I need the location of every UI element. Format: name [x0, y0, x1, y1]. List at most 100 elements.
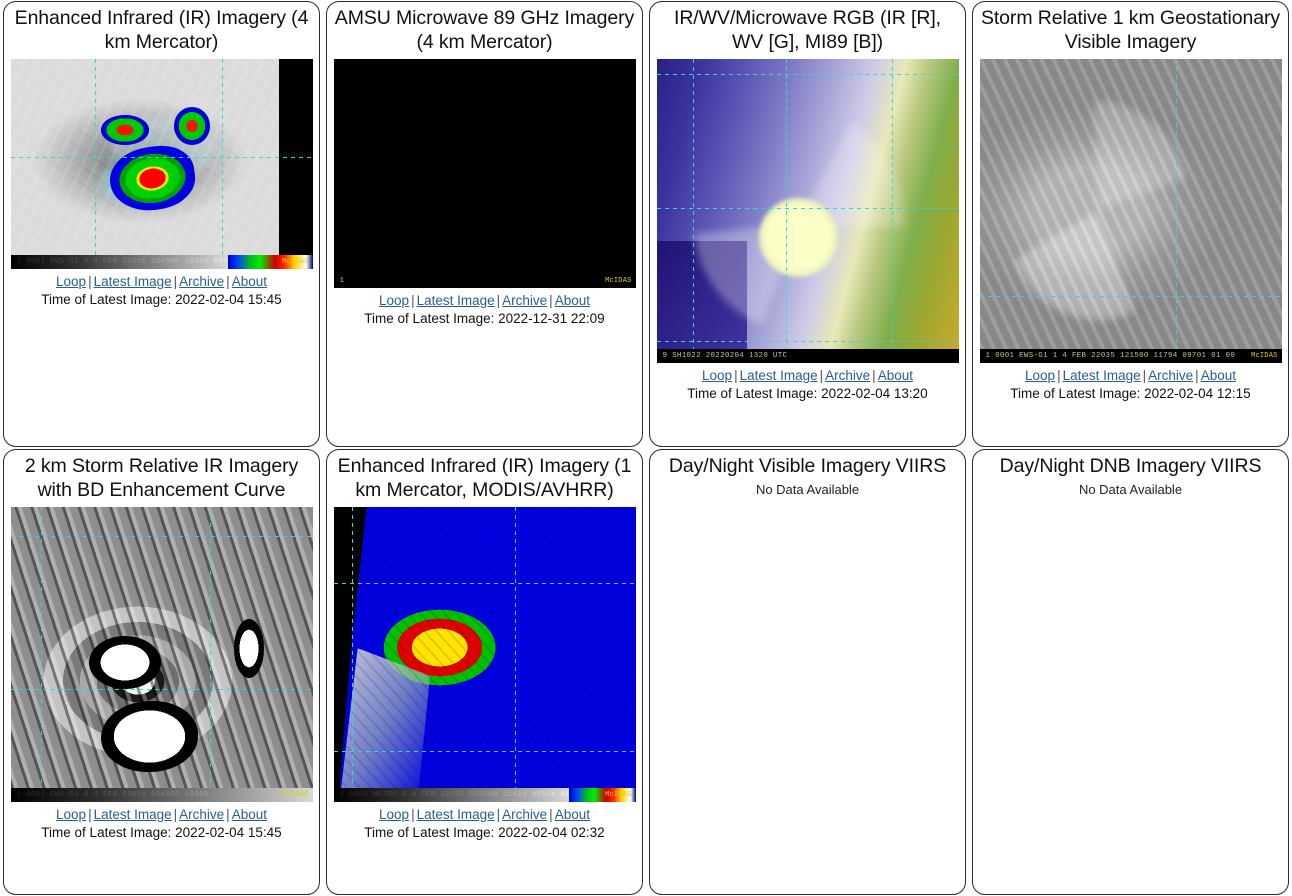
link-archive[interactable]: Archive	[179, 274, 224, 289]
grayscale-colorbar	[10, 787, 313, 802]
satellite-image-amsu-microwave-89ghz[interactable]: 1 McIDAS	[333, 58, 636, 288]
mcidas-brand-label: McIDAS	[1251, 351, 1278, 360]
image-info-text: 1 0001 EWS-G1 1 4 FEB 22035 121500 11794…	[985, 351, 1236, 360]
bd-cold-cloud-right	[233, 618, 265, 678]
visible-scene	[979, 58, 1282, 363]
bd-scene	[10, 506, 313, 802]
link-archive[interactable]: Archive	[825, 368, 870, 383]
panel-links: Loop | Latest Image | Archive | About	[1025, 363, 1236, 385]
panel-links: Loop | Latest Image | Archive | About	[702, 363, 913, 385]
imagery-panel-grid: Enhanced Infrared (IR) Imagery (4 km Mer…	[0, 0, 1292, 896]
link-latest-image[interactable]: Latest Image	[1063, 368, 1141, 383]
panel-title: AMSU Microwave 89 GHz Imagery (4 km Merc…	[334, 7, 635, 53]
link-latest-image[interactable]: Latest Image	[417, 807, 495, 822]
amsu-empty-scene	[333, 58, 636, 288]
ir-scene	[10, 58, 313, 269]
panel-links: Loop | Latest Image | Archive | About	[379, 288, 590, 310]
image-info-bar: 9 SH1022 20220204 1320 UTC	[656, 348, 959, 363]
link-latest-image[interactable]: Latest Image	[417, 293, 495, 308]
satellite-image-storm-relative-1km-vis[interactable]: 1 0001 EWS-G1 1 4 FEB 22035 121500 11794…	[979, 58, 1282, 363]
satellite-image-enhanced-ir-1km-modis-avhrr[interactable]: 1 0001 METOP-B 4 FEB 22035 023200 11421 …	[333, 506, 636, 802]
panel-day-night-dnb-viirs: Day/Night DNB Imagery VIIRS No Data Avai…	[972, 449, 1289, 895]
modis-scene	[333, 506, 636, 802]
grayscale-colorbar	[10, 254, 228, 269]
image-info-text: 1	[339, 276, 345, 285]
latest-image-time: Time of Latest Image: 2022-02-04 12:15	[1010, 386, 1251, 402]
panel-storm-relative-2km-ir-bd: 2 km Storm Relative IR Imagery with BD E…	[3, 449, 320, 895]
no-data-message: No Data Available	[755, 481, 860, 497]
mcidas-brand-label: McIDAS	[282, 790, 309, 799]
link-loop[interactable]: Loop	[702, 368, 732, 383]
link-separator: |	[1195, 367, 1199, 383]
latest-image-time: Time of Latest Image: 2022-12-31 22:09	[364, 311, 605, 327]
link-separator: |	[549, 806, 553, 822]
satellite-image-ir-wv-microwave-rgb[interactable]: 9 SH1022 20220204 1320 UTC	[656, 58, 959, 363]
visible-cloud-texture	[979, 58, 1282, 349]
link-latest-image[interactable]: Latest Image	[94, 807, 172, 822]
link-latest-image[interactable]: Latest Image	[94, 274, 172, 289]
image-info-bar: 1 0001 METOP-B 4 FEB 22035 023200 11421 …	[333, 787, 636, 802]
satellite-image-storm-relative-2km-ir-bd[interactable]: 1 0001 EWS-G1 4 4 FEB 22035 154500 10399…	[10, 506, 313, 802]
image-info-bar: 1 0001 EWS-G1 1 4 FEB 22035 121500 11794…	[979, 348, 1282, 363]
link-archive[interactable]: Archive	[502, 293, 547, 308]
link-archive[interactable]: Archive	[179, 807, 224, 822]
panel-title: Enhanced Infrared (IR) Imagery (4 km Mer…	[14, 7, 309, 53]
link-about[interactable]: About	[555, 807, 590, 822]
panel-title: Day/Night Visible Imagery VIIRS	[668, 455, 947, 477]
panel-amsu-microwave-89ghz: AMSU Microwave 89 GHz Imagery (4 km Merc…	[326, 1, 643, 447]
link-latest-image[interactable]: Latest Image	[740, 368, 818, 383]
latest-image-time: Time of Latest Image: 2022-02-04 15:45	[41, 292, 282, 308]
link-separator: |	[226, 273, 230, 289]
satellite-image-enhanced-ir-4km[interactable]: 1 0001 EWS-G1 4 4 FEB 22035 154500 10329…	[10, 58, 313, 269]
link-loop[interactable]: Loop	[56, 807, 86, 822]
link-archive[interactable]: Archive	[502, 807, 547, 822]
image-info-bar: 1 0001 EWS-G1 4 4 FEB 22035 154500 10399…	[10, 787, 313, 802]
link-separator: |	[88, 273, 92, 289]
panel-enhanced-ir-4km: Enhanced Infrared (IR) Imagery (4 km Mer…	[3, 1, 320, 447]
link-separator: |	[411, 292, 415, 308]
panel-storm-relative-1km-vis: Storm Relative 1 km Geostationary Visibl…	[972, 1, 1289, 447]
link-separator: |	[226, 806, 230, 822]
mcidas-brand-label: McIDAS	[605, 790, 632, 799]
panel-links: Loop | Latest Image | Archive | About	[56, 802, 267, 824]
grayscale-colorbar	[333, 787, 570, 802]
image-info-bar: 1 0001 EWS-G1 4 4 FEB 22035 154500 10329…	[10, 254, 313, 269]
rgb-scene	[656, 58, 959, 363]
panel-title: IR/WV/Microwave RGB (IR [R], WV [G], MI8…	[674, 7, 941, 53]
image-info-bar: 1 McIDAS	[333, 273, 636, 288]
panel-links: Loop | Latest Image | Archive | About	[379, 802, 590, 824]
bd-cold-cloud-lower	[101, 701, 198, 773]
link-loop[interactable]: Loop	[379, 293, 409, 308]
mcidas-brand-label: McIDAS	[605, 276, 632, 285]
link-about[interactable]: About	[232, 274, 267, 289]
link-separator: |	[734, 367, 738, 383]
link-archive[interactable]: Archive	[1148, 368, 1193, 383]
panel-title: Storm Relative 1 km Geostationary Visibl…	[980, 7, 1281, 53]
image-info-text: 9 SH1022 20220204 1320 UTC	[662, 351, 788, 360]
mcidas-brand-label: McIDAS	[282, 257, 309, 266]
panel-title: 2 km Storm Relative IR Imagery with BD E…	[24, 455, 299, 501]
panel-title: Enhanced Infrared (IR) Imagery (1 km Mer…	[337, 455, 632, 501]
no-data-message: No Data Available	[1078, 481, 1183, 497]
latest-image-time: Time of Latest Image: 2022-02-04 02:32	[364, 825, 605, 841]
rgb-storm-center	[759, 198, 838, 278]
panel-enhanced-ir-1km-modis-avhrr: Enhanced Infrared (IR) Imagery (1 km Mer…	[326, 449, 643, 895]
link-about[interactable]: About	[878, 368, 913, 383]
link-about[interactable]: About	[555, 293, 590, 308]
link-separator: |	[1057, 367, 1061, 383]
panel-links: Loop | Latest Image | Archive | About	[56, 269, 267, 291]
link-about[interactable]: About	[232, 807, 267, 822]
link-loop[interactable]: Loop	[379, 807, 409, 822]
latest-image-time: Time of Latest Image: 2022-02-04 15:45	[41, 825, 282, 841]
panel-title: Day/Night DNB Imagery VIIRS	[999, 455, 1262, 477]
link-separator: |	[549, 292, 553, 308]
panel-ir-wv-microwave-rgb: IR/WV/Microwave RGB (IR [R], WV [G], MI8…	[649, 1, 966, 447]
link-loop[interactable]: Loop	[1025, 368, 1055, 383]
panel-day-night-visible-viirs: Day/Night Visible Imagery VIIRS No Data …	[649, 449, 966, 895]
link-loop[interactable]: Loop	[56, 274, 86, 289]
link-separator: |	[872, 367, 876, 383]
ir-black-margin	[278, 58, 313, 255]
link-about[interactable]: About	[1201, 368, 1236, 383]
modis-texture	[333, 506, 636, 788]
link-separator: |	[88, 806, 92, 822]
